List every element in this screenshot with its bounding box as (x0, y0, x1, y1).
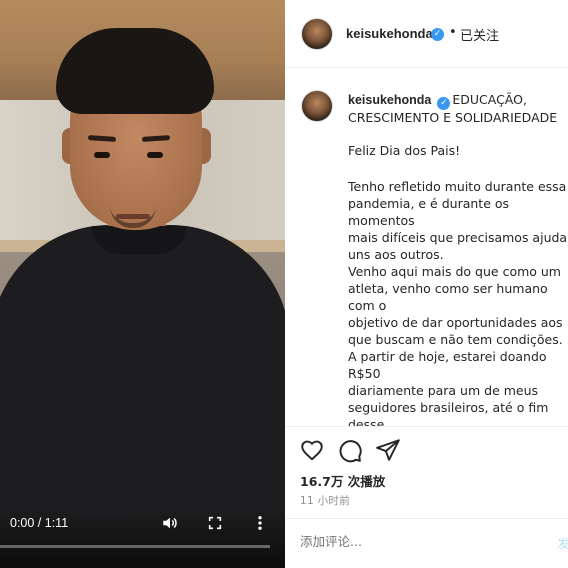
person-eye-right (147, 152, 163, 158)
heart-icon[interactable] (299, 437, 325, 463)
person-eye-left (94, 152, 110, 158)
post-panel: keisukehonda ✓ • 已关注 keisukehonda ✓ EDUC… (285, 0, 568, 568)
caption-avatar[interactable] (301, 90, 333, 122)
verified-badge-icon: ✓ (431, 28, 444, 41)
header-username[interactable]: keisukehonda (346, 26, 433, 41)
follow-status-button[interactable]: 已关注 (460, 25, 499, 44)
caption-verified-badge-icon: ✓ (437, 97, 451, 110)
post-actions: 16.7万 次播放 11 小时前 (285, 426, 568, 518)
avatar[interactable] (301, 18, 333, 50)
caption-area: keisukehonda ✓ EDUCAÇÃO, CRESCIMENTO E S… (285, 68, 568, 426)
more-vertical-icon[interactable] (255, 514, 265, 536)
video-progress-bar[interactable] (0, 545, 270, 548)
person-mouth (116, 214, 150, 219)
comment-bar: 发 (285, 518, 568, 568)
caption-paragraph-2: Tenho refletido muito durante essa pande… (348, 179, 568, 262)
volume-icon[interactable] (161, 514, 179, 536)
post-header: keisukehonda ✓ • 已关注 (285, 0, 568, 68)
caption-heading: keisukehonda ✓ EDUCAÇÃO, CRESCIMENTO E S… (348, 91, 568, 126)
person-collar (92, 226, 186, 254)
video-time-display: 0:00 / 1:11 (10, 516, 69, 530)
fullscreen-icon[interactable] (207, 514, 223, 536)
comment-input[interactable] (300, 534, 540, 549)
post-timestamp[interactable]: 11 小时前 (300, 493, 350, 508)
header-separator: • (449, 25, 457, 40)
comment-icon[interactable] (337, 437, 363, 463)
caption-paragraph-1: Feliz Dia dos Pais! (348, 143, 461, 158)
video-player[interactable]: 0:00 / 1:11 (0, 0, 285, 568)
view-count[interactable]: 16.7万 次播放 (300, 471, 385, 490)
caption-paragraph-3: Venho aqui mais do que como um atleta, v… (348, 264, 563, 347)
caption-paragraph-4: A partir de hoje, estarei doando R$50 di… (348, 349, 549, 426)
post-comment-button[interactable]: 发 (557, 533, 568, 552)
share-icon[interactable] (375, 437, 401, 463)
person-hair (56, 28, 214, 114)
caption-username[interactable]: keisukehonda (348, 93, 431, 107)
